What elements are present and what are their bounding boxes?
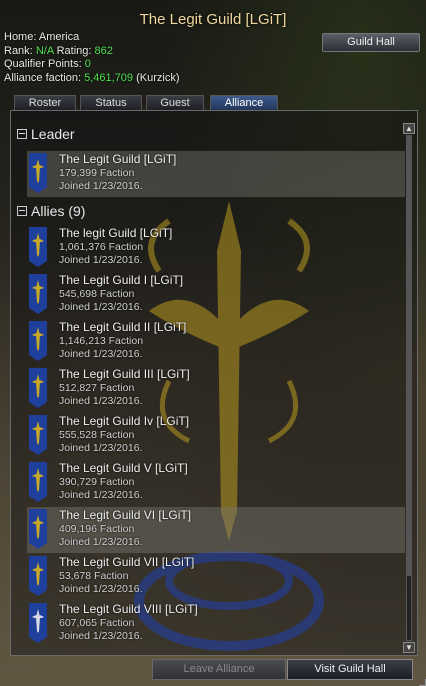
guild-joined: Joined 1/23/2016. (59, 489, 143, 501)
guild-faction: 53,678 Faction (59, 570, 129, 582)
resize-handle[interactable] (419, 679, 426, 686)
leader-section-label: Leader (31, 126, 75, 142)
guild-faction: 179,399 Faction (59, 167, 135, 179)
guild-joined: Joined 1/23/2016. (59, 442, 143, 454)
home-value: America (38, 31, 80, 43)
scrollbar[interactable]: ▲ ▼ (403, 123, 415, 653)
guild-faction: 607,065 Faction (59, 617, 135, 629)
qualifier-line: Qualifier Points: 0 (4, 58, 180, 72)
guild-name: The Legit Guild VI [LGiT] (59, 508, 192, 522)
leave-alliance-button[interactable]: Leave Alliance (152, 659, 286, 680)
guild-name: The Legit Guild Iv [LGiT] (59, 414, 190, 428)
guild-banner-icon (29, 274, 47, 314)
guild-joined: Joined 1/23/2016. (59, 630, 143, 642)
tab-alliance[interactable]: Alliance (210, 95, 278, 110)
guild-faction: 1,146,213 Faction (59, 335, 144, 347)
guild-banner-icon (29, 462, 47, 502)
guild-joined: Joined 1/23/2016. (59, 348, 143, 360)
visit-guild-hall-button[interactable]: Visit Guild Hall (287, 659, 413, 680)
guild-banner-icon (29, 153, 47, 193)
leader-row[interactable]: The Legit Guild [LGiT] 179,399 Faction J… (27, 151, 405, 197)
scroll-thumb[interactable] (407, 136, 411, 576)
qualifier-value: 0 (84, 58, 91, 70)
guild-joined: Joined 1/23/2016. (59, 536, 143, 548)
ally-row[interactable]: The Legit Guild VI [LGiT] 409,196 Faction… (27, 507, 405, 553)
alliance-list[interactable]: Leader The Legit Guild [LGiT] 179,399 Fa… (10, 110, 418, 656)
guild-banner-icon (29, 227, 47, 267)
guild-joined: Joined 1/23/2016. (59, 180, 143, 192)
guild-name: The Legit Guild II [LGiT] (59, 320, 187, 334)
rank-label: Rank: (4, 44, 33, 57)
tab-guest[interactable]: Guest (146, 95, 204, 110)
guild-name: The Legit Guild I [LGiT] (59, 273, 184, 287)
ally-row[interactable]: The Legit Guild Iv [LGiT] 555,528 Faction… (27, 413, 405, 459)
ally-row[interactable]: The Legit Guild VIII [LGiT] 607,065 Facti… (27, 601, 405, 647)
guild-banner-icon (29, 603, 47, 643)
collapse-minus-icon[interactable] (17, 129, 27, 139)
guild-joined: Joined 1/23/2016. (59, 301, 143, 313)
guild-faction: 409,196 Faction (59, 523, 135, 535)
leader-section-header[interactable]: Leader (17, 125, 75, 143)
guild-info: Home: America Rank: N/A Rating: 862 Qual… (4, 31, 180, 85)
guild-faction: 1,061,376 Faction (59, 241, 144, 253)
collapse-minus-icon[interactable] (17, 206, 27, 216)
ally-row[interactable]: The legit Guild [LGiT] 1,061,376 Faction J… (27, 225, 405, 271)
guild-name: The Legit Guild V [LGiT] (59, 461, 188, 475)
ally-row[interactable]: The Legit Guild V [LGiT] 390,729 Faction J… (27, 460, 405, 506)
guild-joined: Joined 1/23/2016. (59, 583, 143, 595)
home-line: Home: America (4, 31, 180, 45)
ally-row[interactable]: The Legit Guild VII [LGiT] 53,678 Faction… (27, 554, 405, 600)
rank-line: Rank: N/A Rating: 862 (4, 45, 180, 59)
ally-row[interactable]: The Legit Guild II [LGiT] 1,146,213 Facti… (27, 319, 405, 365)
guild-name: The Legit Guild [LGiT] (59, 152, 177, 166)
rating-value: 862 (94, 44, 113, 57)
scroll-up-arrow-icon[interactable]: ▲ (403, 123, 415, 134)
guild-name: The Legit Guild III [LGiT] (59, 367, 190, 381)
guild-banner-icon (29, 509, 47, 549)
tab-status[interactable]: Status (80, 95, 142, 110)
guild-window: The Legit Guild [LGiT] Guild Hall Home: … (0, 0, 426, 686)
guild-faction: 390,729 Faction (59, 476, 135, 488)
scroll-track[interactable] (406, 135, 412, 641)
guild-banner-icon (29, 368, 47, 408)
guild-name: The legit Guild [LGiT] (59, 226, 173, 240)
ally-row[interactable]: The Legit Guild III [LGiT] 512,827 Factio… (27, 366, 405, 412)
faction-line: Alliance faction: 5,461,709 (Kurzick) (4, 72, 180, 86)
guild-name: The Legit Guild VII [LGiT] (59, 555, 195, 569)
allies-section-label: Allies (9) (31, 203, 86, 219)
guild-faction: 512,827 Faction (59, 382, 135, 394)
tab-roster[interactable]: Roster (14, 95, 76, 110)
home-label: Home: (4, 31, 37, 43)
qualifier-label: Qualifier Points: (4, 58, 82, 70)
guild-banner-icon (29, 556, 47, 596)
guild-banner-icon (29, 415, 47, 455)
guild-faction: 545,698 Faction (59, 288, 135, 300)
guild-joined: Joined 1/23/2016. (59, 395, 143, 407)
allies-section-header[interactable]: Allies (9) (17, 202, 85, 220)
ally-row[interactable]: The Legit Guild I [LGiT] 545,698 Faction J… (27, 272, 405, 318)
rating-label: Rating: (56, 44, 92, 57)
guild-hall-button[interactable]: Guild Hall (322, 33, 420, 52)
guild-name: The Legit Guild VIII [LGiT] (59, 602, 198, 616)
guild-joined: Joined 1/23/2016. (59, 254, 143, 266)
scroll-down-arrow-icon[interactable]: ▼ (403, 642, 415, 653)
faction-side: (Kurzick) (136, 71, 180, 84)
guild-banner-icon (29, 321, 47, 361)
faction-label: Alliance faction: (4, 71, 82, 84)
faction-value: 5,461,709 (84, 71, 134, 84)
guild-faction: 555,528 Faction (59, 429, 135, 441)
window-title: The Legit Guild [LGiT] (139, 11, 287, 28)
rank-value: N/A (35, 44, 54, 57)
